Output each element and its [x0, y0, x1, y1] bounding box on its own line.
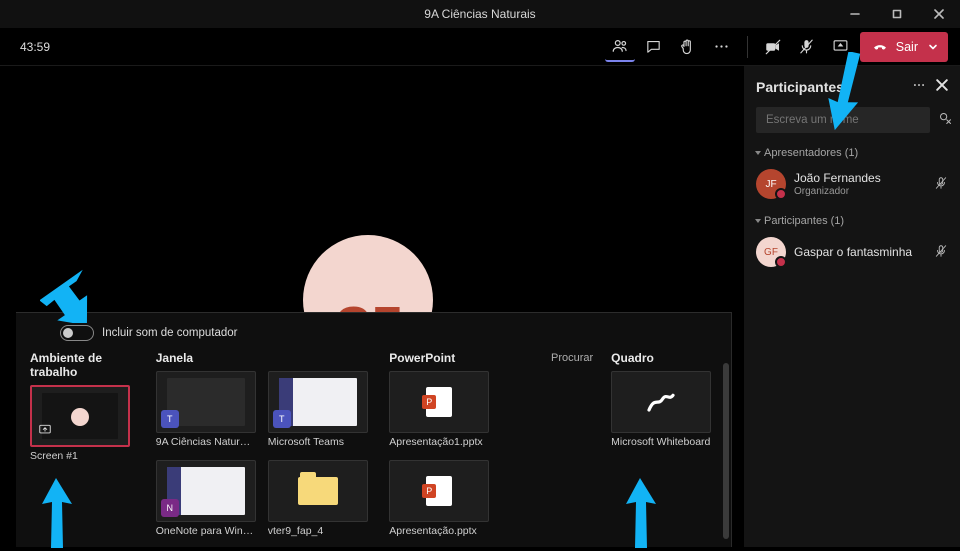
presenter-name: João Fernandes: [794, 171, 881, 185]
people-button[interactable]: [605, 32, 635, 62]
share-item-window[interactable]: T Microsoft Teams: [268, 371, 368, 448]
share-tray-button[interactable]: [826, 32, 856, 62]
panel-more-icon[interactable]: [912, 78, 926, 95]
include-audio-toggle[interactable]: [60, 325, 94, 341]
window-title: 9A Ciências Naturais: [424, 7, 535, 21]
include-audio-label: Incluir som de computador: [102, 327, 238, 339]
share-col-whiteboard: Quadro: [611, 351, 717, 365]
share-screen-icon: [38, 423, 52, 439]
mic-off-button[interactable]: [792, 32, 822, 62]
share-tray-scrollbar[interactable]: [723, 363, 729, 539]
close-button[interactable]: [918, 0, 960, 28]
whiteboard-icon: [645, 386, 677, 418]
attendee-row[interactable]: GF Gaspar o fantasminha: [756, 233, 948, 271]
titlebar: 9A Ciências Naturais: [0, 0, 960, 28]
more-actions-button[interactable]: [707, 32, 737, 62]
attendee-name: Gaspar o fantasminha: [794, 245, 912, 259]
share-item-screen1[interactable]: Screen #1: [30, 385, 130, 462]
onenote-icon: N: [161, 499, 179, 517]
chat-button[interactable]: [639, 32, 669, 62]
toolbar-divider: [747, 36, 748, 58]
share-item-window[interactable]: vter9_fap_4: [268, 460, 368, 537]
share-item-pptx[interactable]: Apresentação1.pptx: [389, 371, 489, 448]
participants-title: Participantes: [756, 79, 844, 95]
presenter-row[interactable]: JF João Fernandes Organizador: [756, 165, 948, 203]
leave-call-label: Sair: [896, 40, 918, 54]
mic-off-icon: [934, 244, 948, 261]
mic-off-icon: [934, 176, 948, 193]
share-invite-icon[interactable]: [938, 111, 953, 129]
share-item-whiteboard[interactable]: Microsoft Whiteboard: [611, 371, 711, 448]
call-timer: 43:59: [20, 40, 50, 54]
panel-close-icon[interactable]: [936, 79, 948, 94]
powerpoint-icon: [426, 387, 452, 417]
avatar: JF: [756, 169, 786, 199]
attendees-header[interactable]: Participantes (1): [756, 215, 948, 227]
meeting-toolbar: 43:59 Sair: [0, 28, 960, 66]
leave-call-button[interactable]: Sair: [860, 32, 948, 62]
presenters-header[interactable]: Apresentadores (1): [756, 147, 948, 159]
powerpoint-icon: [426, 476, 452, 506]
share-tray: Incluir som de computador Ambiente de tr…: [16, 312, 732, 547]
teams-icon: T: [161, 410, 179, 428]
folder-icon: [298, 477, 338, 505]
camera-off-button[interactable]: [758, 32, 788, 62]
participant-search-input[interactable]: [756, 107, 930, 133]
share-col-powerpoint: PowerPoint Procurar: [389, 351, 593, 365]
avatar: GF: [756, 237, 786, 267]
share-item-window[interactable]: N OneNote para Windows ...: [156, 460, 256, 537]
minimize-button[interactable]: [834, 0, 876, 28]
share-col-desktop: Ambiente de trabalho: [30, 351, 138, 379]
raise-hand-button[interactable]: [673, 32, 703, 62]
participants-panel: Participantes Apresentadores (1) JF João…: [744, 66, 960, 547]
maximize-button[interactable]: [876, 0, 918, 28]
share-col-window: Janela: [156, 351, 371, 365]
share-item-pptx[interactable]: Apresentação.pptx: [389, 460, 489, 537]
teams-icon: T: [273, 410, 291, 428]
powerpoint-browse-link[interactable]: Procurar: [551, 352, 593, 364]
presenter-role: Organizador: [794, 186, 881, 197]
share-item-window[interactable]: T 9A Ciências Naturais | Mi...: [156, 371, 256, 448]
